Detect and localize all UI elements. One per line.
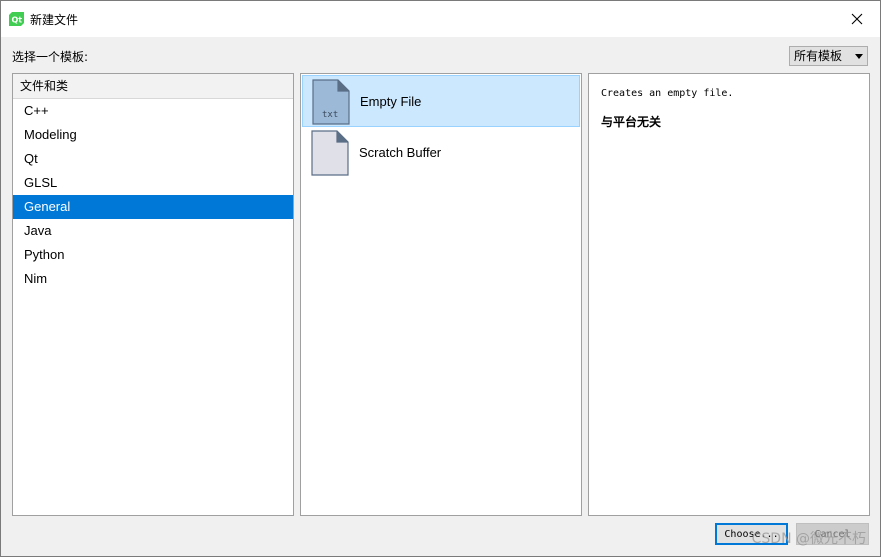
dropdown-arrow-icon xyxy=(855,54,863,59)
category-header-label: 文件和类 xyxy=(20,79,69,93)
close-icon xyxy=(851,13,863,25)
title-bar: Qt 新建文件 xyxy=(1,1,880,37)
category-item-label: Python xyxy=(24,247,65,262)
category-item-label: Modeling xyxy=(24,127,77,142)
details-panel: Creates an empty file. 与平台无关 xyxy=(588,73,870,516)
category-item-cpp[interactable]: C++ xyxy=(13,99,293,123)
svg-text:Qt: Qt xyxy=(12,16,23,25)
category-item-label: Qt xyxy=(24,151,38,166)
template-label: Empty File xyxy=(360,94,422,109)
close-button[interactable] xyxy=(834,1,880,37)
txt-file-icon-text: txt xyxy=(322,110,338,120)
txt-file-icon: txt xyxy=(312,79,350,125)
category-item-label: GLSL xyxy=(24,175,58,190)
template-panel: txt Empty File Scratch Buffer xyxy=(300,73,582,516)
category-item-java[interactable]: Java xyxy=(13,219,293,243)
template-description: Creates an empty file. xyxy=(601,88,734,99)
category-item-nim[interactable]: Nim xyxy=(13,267,293,291)
new-file-dialog: Qt 新建文件 选择一个模板: 所有模板 文件和类 C++ Modeling Q… xyxy=(0,0,881,557)
category-item-label: Nim xyxy=(24,271,48,286)
template-prompt: 选择一个模板: xyxy=(12,50,89,64)
template-item-empty-file[interactable]: txt Empty File xyxy=(302,75,580,127)
category-item-qt[interactable]: Qt xyxy=(13,147,293,171)
window-title: 新建文件 xyxy=(30,13,79,27)
qt-creator-icon: Qt xyxy=(9,12,24,26)
category-header: 文件和类 xyxy=(13,74,293,99)
category-item-python[interactable]: Python xyxy=(13,243,293,267)
category-list: C++ Modeling Qt GLSL General Java Python… xyxy=(13,99,293,291)
category-item-glsl[interactable]: GLSL xyxy=(13,171,293,195)
category-item-label: C++ xyxy=(24,103,49,118)
watermark: CSDN @微光不朽 xyxy=(751,531,866,547)
template-filter-value: 所有模板 xyxy=(794,49,843,63)
category-item-label: General xyxy=(24,199,71,214)
category-item-general[interactable]: General xyxy=(13,195,293,219)
template-item-scratch-buffer[interactable]: Scratch Buffer xyxy=(302,127,580,179)
category-panel: 文件和类 C++ Modeling Qt GLSL General Java P… xyxy=(12,73,294,516)
template-label: Scratch Buffer xyxy=(359,145,442,160)
template-filter-dropdown[interactable]: 所有模板 xyxy=(789,46,868,66)
blank-file-icon xyxy=(311,130,349,176)
category-item-label: Java xyxy=(24,223,52,238)
category-item-modeling[interactable]: Modeling xyxy=(13,123,293,147)
platform-label: 与平台无关 xyxy=(601,115,662,129)
